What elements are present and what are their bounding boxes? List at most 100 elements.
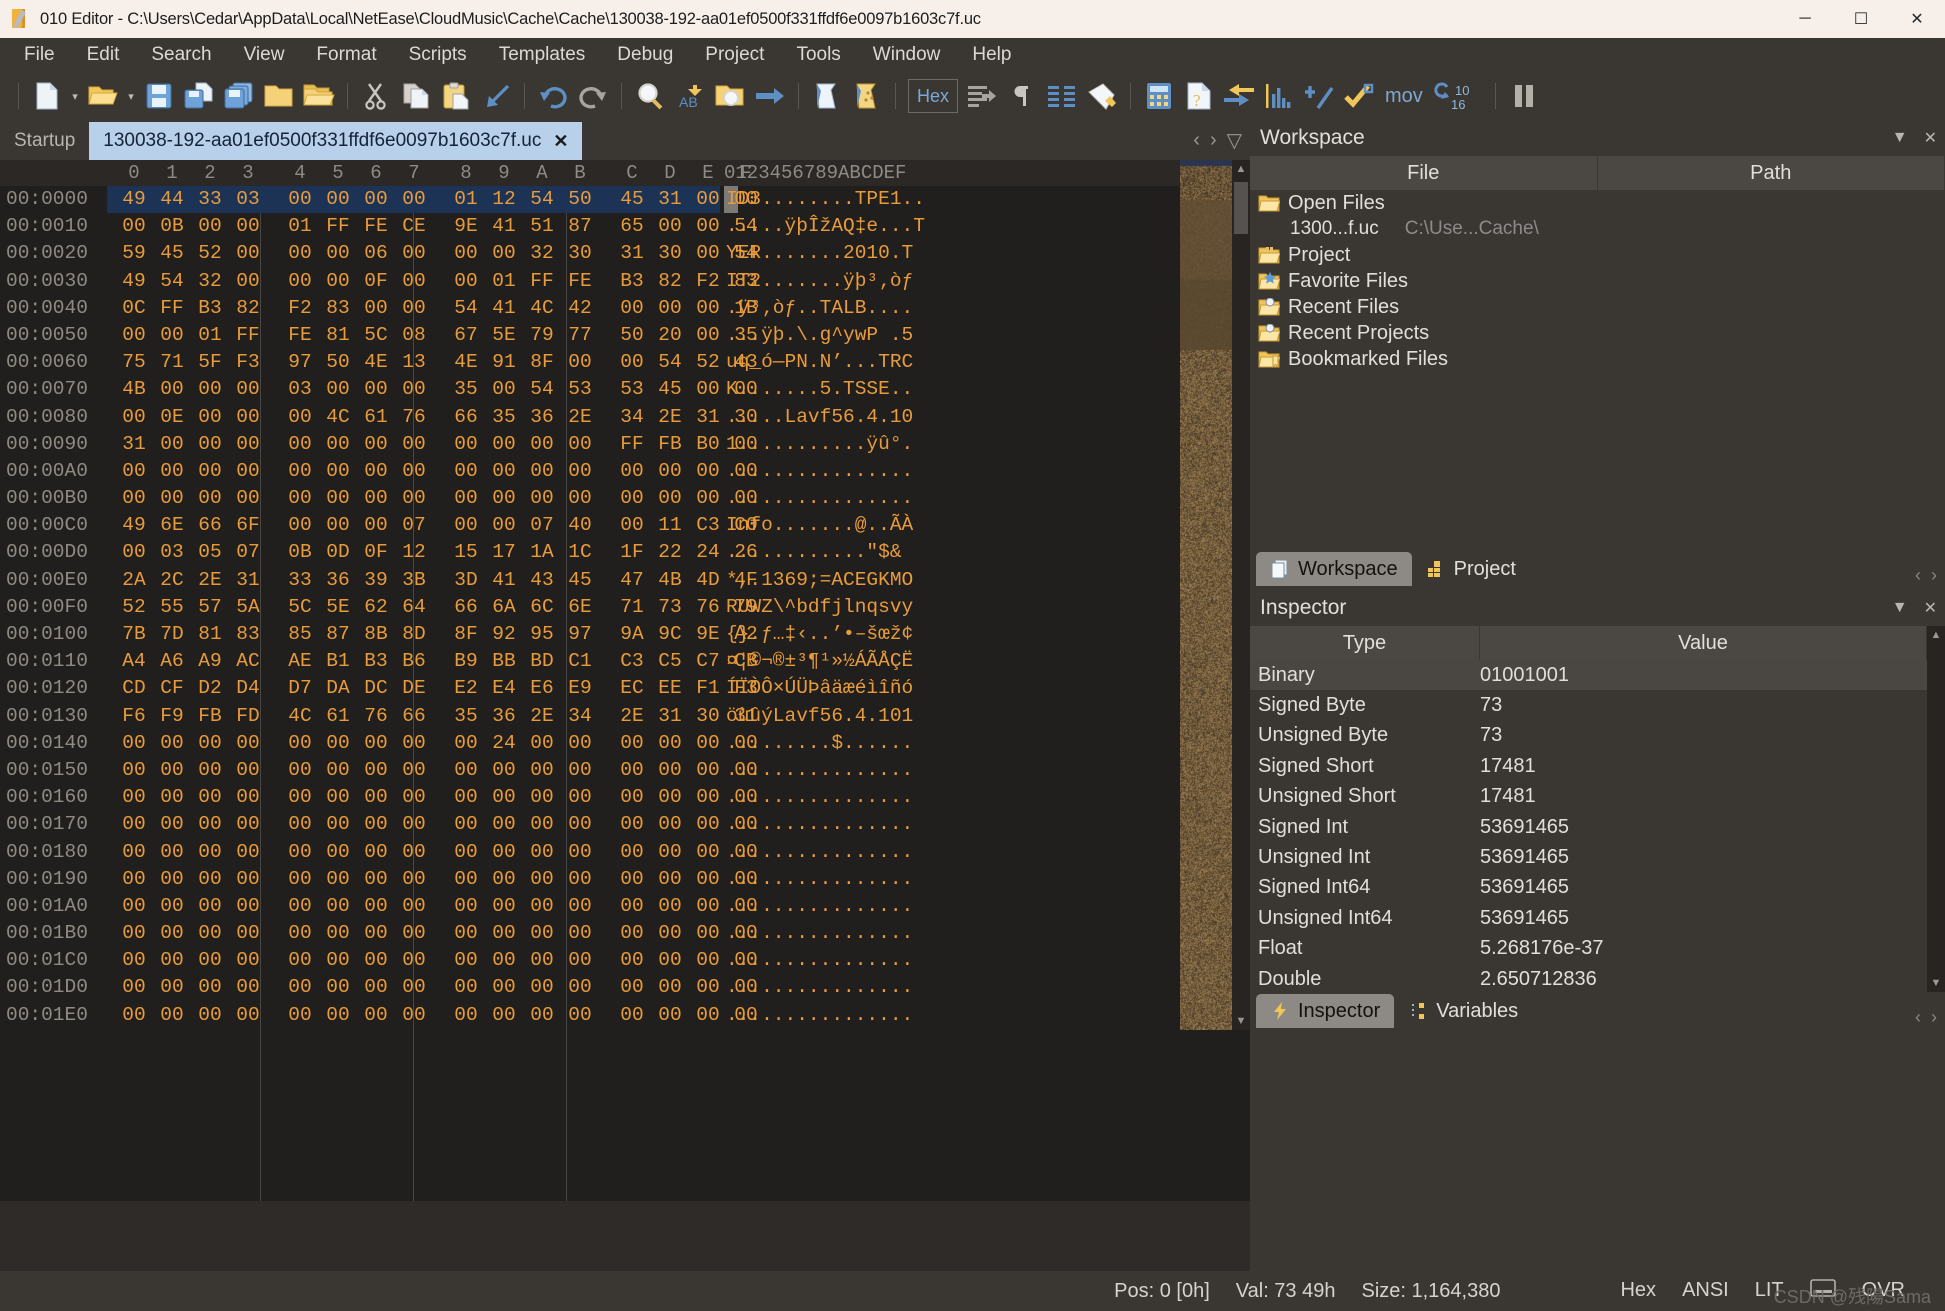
hex-byte[interactable]: 00 bbox=[357, 487, 395, 509]
hex-byte[interactable]: 00 bbox=[447, 732, 485, 754]
hex-byte[interactable]: 44 bbox=[153, 188, 191, 210]
inspector-row[interactable]: Double2.650712836 bbox=[1250, 964, 1927, 992]
hex-row[interactable]: 00:00E02A2C2E313336393B3D414345474B4D4F*… bbox=[0, 567, 1250, 594]
hex-byte[interactable]: 66 bbox=[191, 514, 229, 536]
hex-byte[interactable]: 00 bbox=[229, 786, 267, 808]
hex-byte[interactable]: 00 bbox=[357, 786, 395, 808]
workspace-tree-item[interactable]: Bookmarked Files bbox=[1250, 346, 1945, 372]
hex-byte[interactable]: 00 bbox=[561, 1004, 599, 1026]
hex-byte[interactable]: 00 bbox=[613, 1004, 651, 1026]
hex-ascii[interactable]: .....ÿþÎžAQ‡e...T bbox=[726, 215, 925, 237]
hex-byte[interactable]: 00 bbox=[561, 868, 599, 890]
hex-byte[interactable]: AC bbox=[229, 650, 267, 672]
hex-row[interactable]: 00:00C0496E666F00000007000007400011C3C0I… bbox=[0, 512, 1250, 539]
hex-byte[interactable]: AE bbox=[281, 650, 319, 672]
hex-byte[interactable]: 00 bbox=[281, 841, 319, 863]
hex-byte[interactable]: 00 bbox=[319, 841, 357, 863]
hex-byte[interactable]: 00 bbox=[485, 786, 523, 808]
hex-byte[interactable]: 00 bbox=[689, 378, 727, 400]
hex-byte[interactable]: E2 bbox=[447, 677, 485, 699]
hex-byte[interactable]: 00 bbox=[153, 460, 191, 482]
hex-byte[interactable]: 30 bbox=[561, 242, 599, 264]
paste-from-icon[interactable] bbox=[479, 78, 513, 114]
hex-byte[interactable]: 92 bbox=[485, 623, 523, 645]
checkmark-script-icon[interactable] bbox=[1342, 78, 1376, 114]
hex-byte[interactable]: FB bbox=[191, 705, 229, 727]
hex-byte[interactable]: 01 bbox=[281, 215, 319, 237]
menu-help[interactable]: Help bbox=[956, 41, 1027, 69]
hex-byte[interactable]: 07 bbox=[395, 514, 433, 536]
hex-byte[interactable]: 2E bbox=[651, 406, 689, 428]
open-project-icon[interactable] bbox=[262, 78, 296, 114]
hex-byte[interactable]: 00 bbox=[115, 406, 153, 428]
checksum-icon[interactable] bbox=[1302, 78, 1336, 114]
dock-tab-variables[interactable]: Variables bbox=[1394, 994, 1532, 1028]
scroll-up-icon[interactable]: ▲ bbox=[1232, 160, 1250, 178]
hex-byte[interactable]: FF bbox=[319, 215, 357, 237]
hex-byte[interactable]: 00 bbox=[281, 922, 319, 944]
hex-byte[interactable]: 00 bbox=[613, 514, 651, 536]
hex-byte[interactable]: 01 bbox=[191, 324, 229, 346]
hex-byte[interactable]: 00 bbox=[281, 514, 319, 536]
pause-icon[interactable] bbox=[1507, 78, 1541, 114]
inspector-row[interactable]: Unsigned Int6453691465 bbox=[1250, 903, 1927, 933]
hex-byte[interactable]: 8D bbox=[395, 623, 433, 645]
hex-byte[interactable]: 31 bbox=[651, 705, 689, 727]
hex-byte[interactable]: CF bbox=[153, 677, 191, 699]
inspector-scroll-up-icon[interactable]: ▲ bbox=[1927, 626, 1945, 644]
hex-byte[interactable]: 6E bbox=[153, 514, 191, 536]
hex-byte[interactable]: 00 bbox=[613, 949, 651, 971]
hex-byte[interactable]: 35 bbox=[485, 406, 523, 428]
close-button[interactable]: ✕ bbox=[1889, 0, 1945, 38]
workspace-tree-item[interactable]: Recent Files bbox=[1250, 294, 1945, 320]
hex-ascii[interactable]: .........$...... bbox=[726, 732, 913, 754]
hex-byte[interactable]: F1 bbox=[689, 677, 727, 699]
hex-byte[interactable]: 05 bbox=[191, 541, 229, 563]
hex-byte[interactable]: 12 bbox=[485, 188, 523, 210]
hex-row[interactable]: 00:01A000000000000000000000000000000000.… bbox=[0, 893, 1250, 920]
hex-byte[interactable]: 33 bbox=[281, 569, 319, 591]
hex-byte[interactable]: 00 bbox=[357, 922, 395, 944]
hex-byte[interactable]: 00 bbox=[523, 732, 561, 754]
hex-byte[interactable]: 4C bbox=[319, 406, 357, 428]
hex-byte[interactable]: 00 bbox=[229, 813, 267, 835]
hex-byte[interactable]: 50 bbox=[613, 324, 651, 346]
hex-byte[interactable]: 00 bbox=[395, 841, 433, 863]
menu-format[interactable]: Format bbox=[300, 41, 392, 69]
hex-byte[interactable]: 00 bbox=[281, 487, 319, 509]
hex-byte[interactable]: 00 bbox=[153, 868, 191, 890]
hex-byte[interactable]: 00 bbox=[485, 433, 523, 455]
hex-byte[interactable]: 00 bbox=[153, 487, 191, 509]
hex-byte[interactable]: 00 bbox=[153, 378, 191, 400]
hex-byte[interactable]: 00 bbox=[689, 732, 727, 754]
hex-byte[interactable]: 00 bbox=[689, 976, 727, 998]
new-file-dropdown-icon[interactable]: ▾ bbox=[67, 78, 83, 114]
hex-byte[interactable]: 22 bbox=[651, 541, 689, 563]
hex-byte[interactable]: 00 bbox=[613, 351, 651, 373]
hex-byte[interactable]: 00 bbox=[689, 813, 727, 835]
hex-byte[interactable]: 00 bbox=[689, 324, 727, 346]
inspector-row[interactable]: Signed Int53691465 bbox=[1250, 812, 1927, 842]
hex-byte[interactable]: 76 bbox=[357, 705, 395, 727]
hex-byte[interactable]: 43 bbox=[523, 569, 561, 591]
hex-byte[interactable]: 00 bbox=[689, 841, 727, 863]
hex-byte[interactable]: 00 bbox=[229, 732, 267, 754]
show-paragraph-marks-icon[interactable] bbox=[1005, 78, 1039, 114]
hex-byte[interactable]: B3 bbox=[613, 270, 651, 292]
hex-byte[interactable]: 00 bbox=[447, 460, 485, 482]
save-icon[interactable] bbox=[142, 78, 176, 114]
hex-byte[interactable]: B9 bbox=[447, 650, 485, 672]
hex-byte[interactable]: 00 bbox=[523, 813, 561, 835]
hex-byte[interactable]: 00 bbox=[229, 460, 267, 482]
hex-byte[interactable]: 77 bbox=[561, 324, 599, 346]
hex-byte[interactable]: 00 bbox=[689, 922, 727, 944]
hex-byte[interactable]: 00 bbox=[651, 732, 689, 754]
hex-byte[interactable]: 42 bbox=[561, 297, 599, 319]
hex-byte[interactable]: 34 bbox=[613, 406, 651, 428]
hex-byte[interactable]: 00 bbox=[523, 895, 561, 917]
hex-row[interactable]: 00:00400CFFB382F283000054414C420000001B.… bbox=[0, 295, 1250, 322]
hex-byte[interactable]: 79 bbox=[523, 324, 561, 346]
menu-project[interactable]: Project bbox=[689, 41, 780, 69]
run-template-icon[interactable] bbox=[810, 78, 844, 114]
hex-byte[interactable]: A4 bbox=[115, 650, 153, 672]
